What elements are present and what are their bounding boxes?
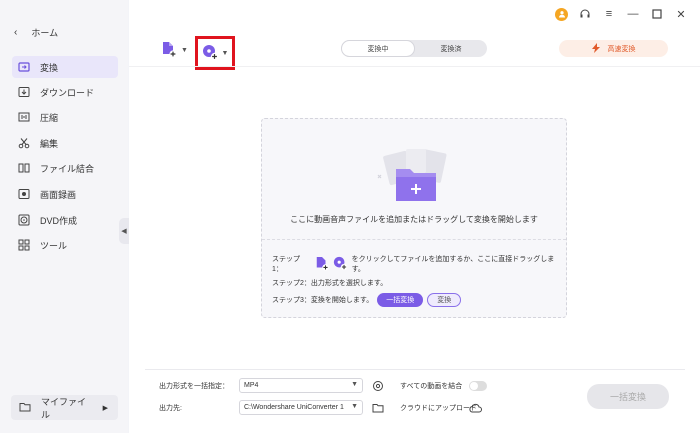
merge-icon (18, 162, 30, 174)
sidebar-item-merge[interactable]: ファイル結合 (12, 157, 118, 179)
scissors-icon (18, 137, 30, 149)
format-settings-icon[interactable] (371, 379, 384, 392)
merge-all-toggle[interactable] (469, 381, 487, 391)
cloud-upload-label: クラウドにアップロード (400, 405, 477, 412)
convert-all-button[interactable]: 一括変換 (587, 384, 669, 409)
step-1: ステップ1： をクリックしてファイルを追加するか、ここに直接ドラッグします。 (272, 256, 555, 273)
chevron-left-icon: ‹ (14, 27, 18, 38)
divider (262, 239, 566, 240)
add-dvd-button[interactable]: ▼ (195, 36, 235, 70)
open-folder-icon[interactable] (371, 401, 384, 414)
user-avatar[interactable] (555, 7, 568, 21)
home-label: ホーム (31, 28, 59, 38)
menu-icon[interactable]: ≡ (602, 7, 616, 21)
title-bar: ≡ — ✕ (555, 0, 700, 28)
caret-right-icon: ▶ (102, 404, 108, 412)
add-dvd-icon (333, 256, 348, 273)
dvd-icon (18, 214, 30, 226)
compress-icon (18, 111, 30, 123)
folder-add-illustration (372, 147, 458, 207)
status-tabs: 変換中 変換済 (341, 40, 487, 57)
sidebar-item-edit[interactable]: 編集 (12, 132, 118, 154)
add-file-icon (315, 256, 329, 273)
sidebar-item-screen-record[interactable]: 画面録画 (12, 183, 118, 205)
headset-icon[interactable] (578, 7, 592, 21)
add-dvd-icon (202, 44, 219, 63)
download-icon (18, 86, 30, 98)
output-destination-select[interactable]: C:\Wondershare UniConverter 1 ▼ (239, 400, 363, 415)
folder-icon (19, 402, 31, 414)
step-3: ステップ3：変換を開始します。 一括変換 変換 (272, 293, 462, 307)
convert-all-sample-button: 一括変換 (377, 293, 424, 307)
lightning-icon (591, 42, 600, 55)
minimize-icon[interactable]: — (626, 7, 640, 21)
caret-down-icon: ▼ (181, 47, 188, 54)
screen-record-icon (18, 188, 30, 200)
add-file-icon (161, 41, 177, 60)
main-panel: ≡ — ✕ ▼ ▼ 変換中 変換済 高速変換 ここに動画音声ファイルを追加または… (129, 0, 700, 433)
add-file-button[interactable]: ▼ (161, 41, 188, 60)
maximize-icon[interactable] (650, 7, 664, 21)
convert-sample-button: 変換 (427, 293, 462, 307)
sidebar-item-convert[interactable]: 変換 (12, 56, 118, 78)
close-icon[interactable]: ✕ (674, 7, 688, 21)
cloud-icon[interactable] (469, 401, 482, 414)
sidebar-item-tools[interactable]: ツール (12, 234, 118, 256)
sidebar-collapse-button[interactable]: ◀ (119, 218, 129, 244)
tab-converted[interactable]: 変換済 (415, 40, 487, 57)
drop-zone[interactable]: ここに動画音声ファイルを追加またはドラッグして変換を開始します ステップ1： を… (261, 118, 567, 318)
chevron-left-icon: ◀ (121, 228, 127, 235)
sidebar: ‹ ホーム 変換 ダウンロード 圧縮 編集 ファイル結合 画面録画 DVD作成 … (0, 0, 128, 433)
output-format-select[interactable]: MP4 ▼ (239, 378, 363, 393)
home-link[interactable]: ‹ ホーム (14, 26, 58, 39)
my-files-button[interactable]: マイファイル ▶ (11, 395, 118, 420)
merge-all-label: すべての動画を結合 (400, 383, 463, 390)
toolbar: ▼ ▼ 変換中 変換済 高速変換 (129, 34, 700, 70)
output-destination-label: 出力先: (159, 405, 182, 412)
sidebar-item-download[interactable]: ダウンロード (12, 81, 118, 103)
sidebar-item-dvd[interactable]: DVD作成 (12, 209, 118, 231)
drop-instruction: ここに動画音声ファイルを追加またはドラッグして変換を開始します (290, 215, 538, 224)
divider (129, 66, 700, 67)
tools-icon (18, 239, 30, 251)
caret-down-icon: ▼ (351, 381, 358, 388)
tab-converting[interactable]: 変換中 (341, 40, 415, 57)
convert-icon (18, 61, 30, 73)
caret-down-icon: ▼ (221, 49, 229, 57)
step-2: ステップ2：出力形式を選択します。 (272, 280, 388, 287)
caret-down-icon: ▼ (351, 403, 358, 410)
fast-convert-button[interactable]: 高速変換 (559, 40, 668, 57)
output-format-label: 出力形式を一括指定： (159, 383, 229, 390)
sidebar-item-compress[interactable]: 圧縮 (12, 106, 118, 128)
divider (145, 369, 685, 370)
